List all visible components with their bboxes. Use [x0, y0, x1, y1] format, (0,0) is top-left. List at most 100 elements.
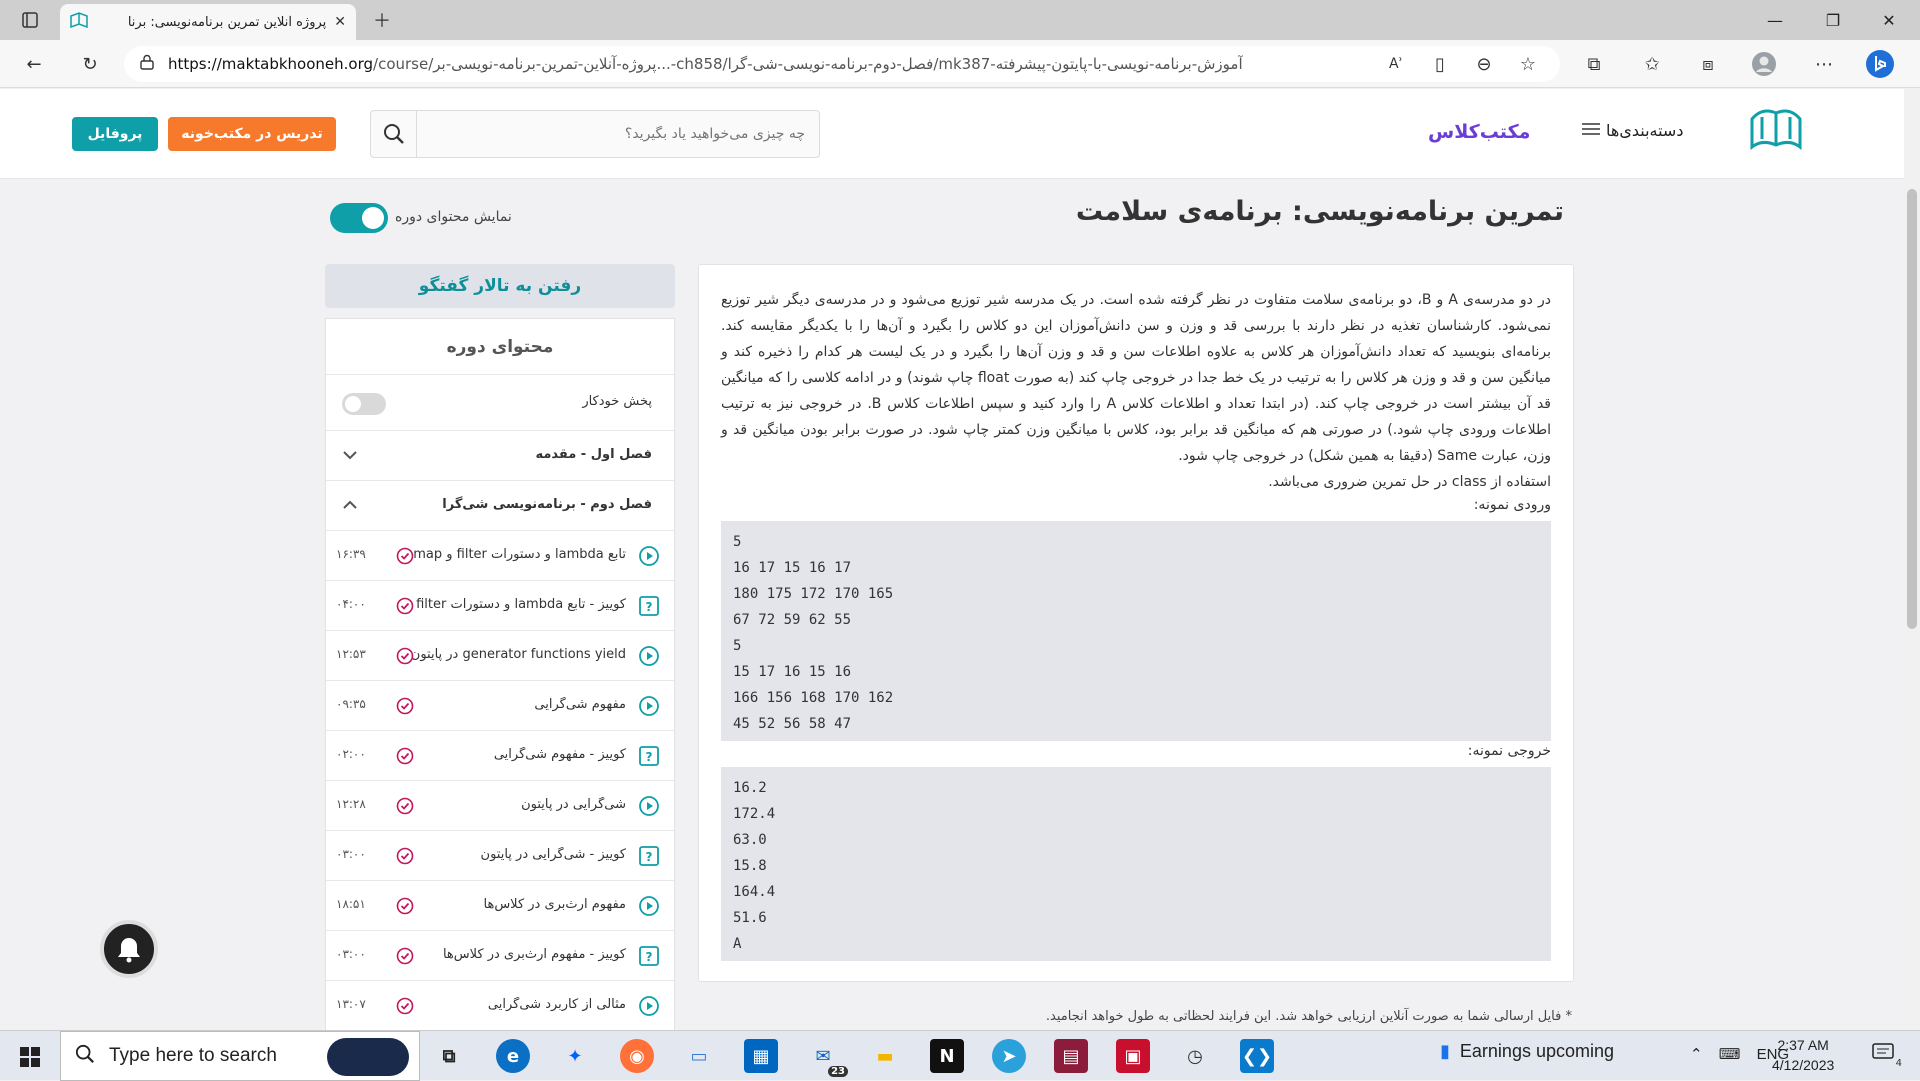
notification-bell-icon[interactable] [100, 920, 158, 978]
taskbar-search-placeholder: Type here to search [109, 1045, 277, 1066]
bing-icon[interactable] [1864, 48, 1896, 80]
chevron-up-icon [340, 495, 360, 515]
play-icon [638, 645, 660, 667]
taskbar-search-box[interactable]: Type here to search [60, 1031, 420, 1081]
lesson-item[interactable]: تابع lambda و دستورات filter و map ۱۶:۳۹ [326, 531, 674, 581]
zoom-icon[interactable]: ⊖ [1468, 48, 1500, 80]
refresh-icon[interactable]: ↻ [74, 48, 106, 80]
vscode-icon[interactable]: ❮❯ [1240, 1039, 1274, 1073]
clock-app-icon[interactable]: ◷ [1178, 1039, 1212, 1073]
code-line: 5 [733, 638, 742, 654]
collections-icon[interactable]: ⧈ [1692, 48, 1724, 80]
quiz-icon: ? [638, 595, 660, 617]
chevron-up-icon[interactable]: ⌃ [1690, 1046, 1703, 1063]
lesson-duration: ۰۳:۰۰ [336, 847, 366, 861]
lesson-item[interactable]: مفهوم شی‌گرایی ۰۹:۳۵ [326, 681, 674, 731]
windows-start-icon[interactable] [10, 1037, 50, 1077]
notification-count: 4 [1895, 1058, 1902, 1069]
completed-check-icon [396, 897, 414, 915]
active-tab[interactable]: پروژه آنلاین تمرین برنامه‌نویسی: برنا ✕ [60, 4, 356, 40]
immersive-reader-icon[interactable]: ▯ [1424, 48, 1456, 80]
teach-button[interactable]: تدریس در مکتب‌خونه [168, 117, 336, 151]
new-tab-icon[interactable]: ＋ [366, 4, 398, 36]
sample-input-label: ورودی نمونه: [1473, 497, 1551, 513]
close-window-icon[interactable]: ✕ [1866, 0, 1912, 40]
chapter-1-row[interactable]: فصل اول - مقدمه [326, 431, 674, 481]
windows-taskbar: Type here to search ⧉ e ✦ ◉ ▭ ▦ ✉ 23 ▬ N … [0, 1030, 1920, 1081]
profile-avatar-icon[interactable] [1748, 48, 1780, 80]
autoplay-toggle[interactable] [342, 393, 386, 415]
lesson-item[interactable]: مفهوم ارث‌بری در کلاس‌ها ۱۸:۵۱ [326, 881, 674, 931]
dropbox-icon[interactable]: ✦ [558, 1039, 592, 1073]
favorites-icon[interactable]: ✩ [1636, 48, 1668, 80]
task-view-icon[interactable]: ⧉ [432, 1039, 466, 1073]
taskbar-clock[interactable]: 2:37 AM 4/12/2023 [1772, 1035, 1834, 1075]
file-explorer-icon[interactable]: ▬ [868, 1039, 902, 1073]
autoplay-row: پخش خودکار [326, 375, 674, 431]
lesson-item[interactable]: ? کوییز - تابع lambda و دستورات filter ۰۴:… [326, 581, 674, 631]
submission-footnote: * فایل ارسالی شما به صورت آنلاین ارزیابی… [1045, 1009, 1572, 1024]
show-content-label: نمایش محتوای دوره [395, 209, 512, 225]
restore-icon[interactable]: ❐ [1810, 0, 1856, 40]
sample-output-label: خروجی نمونه: [1467, 743, 1551, 759]
mail-icon[interactable]: ✉ 23 [806, 1039, 848, 1077]
maktab-class-link[interactable]: مکتب‌کلاس [1428, 121, 1530, 143]
tab-actions-icon[interactable] [14, 4, 46, 36]
add-favorite-icon[interactable]: ☆ [1512, 48, 1544, 80]
show-content-toggle[interactable] [330, 203, 388, 233]
winrar-icon[interactable]: ▤ [1054, 1039, 1088, 1073]
chapter-2-row[interactable]: فصل دوم - برنامه‌نویسی شی‌گرا [326, 481, 674, 531]
more-menu-icon[interactable]: ⋯ [1808, 48, 1840, 80]
store-icon[interactable]: ▦ [744, 1039, 778, 1073]
keyboard-icon[interactable]: ⌨ [1719, 1046, 1741, 1063]
edge-icon[interactable]: e [496, 1039, 530, 1073]
lesson-item[interactable]: generator functions yield در پایتون ۱۲:۵۳ [326, 631, 674, 681]
pdf-reader-icon[interactable]: ▣ [1116, 1039, 1150, 1073]
mail-badge: 23 [828, 1066, 848, 1077]
code-line: 63.0 [733, 832, 767, 848]
minimize-icon[interactable]: — [1752, 0, 1798, 40]
site-header: پروفایل تدریس در مکتب‌خونه مکتب‌کلاس دست… [0, 89, 1904, 179]
maktabkhooneh-logo[interactable] [1748, 103, 1804, 153]
lesson-item[interactable]: ? کوییز - مفهوم شی‌گرایی ۰۲:۰۰ [326, 731, 674, 781]
search-input[interactable] [419, 111, 817, 157]
svg-text:?: ? [646, 750, 653, 764]
extensions-icon[interactable]: ⧉ [1578, 48, 1610, 80]
lesson-item[interactable]: شی‌گرایی در پایتون ۱۲:۲۸ [326, 781, 674, 831]
forum-button[interactable]: رفتن به تالار گفتگو [325, 264, 675, 308]
search-icon[interactable] [371, 111, 417, 157]
lesson-title: تابع lambda و دستورات filter و map [413, 547, 626, 562]
lesson-title: مفهوم شی‌گرایی [534, 697, 626, 712]
read-aloud-icon[interactable]: Aʾ [1380, 48, 1412, 80]
course-content-sidebar: محتوای دوره پخش خودکار فصل اول - مقدمه ف… [325, 318, 675, 1038]
lesson-title: generator functions yield در پایتون [410, 647, 626, 662]
lesson-duration: ۰۳:۰۰ [336, 947, 366, 961]
description-text: در دو مدرسه‌ی A و B، دو برنامه‌ی سلامت م… [721, 292, 1551, 464]
tab-title: پروژه آنلاین تمرین برنامه‌نویسی: برنا [127, 14, 327, 30]
notion-icon[interactable]: N [930, 1039, 964, 1073]
weather-widget[interactable]: ▮ Earnings upcoming [1440, 1041, 1614, 1062]
completed-check-icon [396, 997, 414, 1015]
clock-date: 4/12/2023 [1772, 1057, 1835, 1073]
back-icon[interactable]: ← [18, 48, 50, 80]
telegram-icon[interactable]: ➤ [992, 1039, 1026, 1073]
close-tab-icon[interactable]: ✕ [334, 14, 346, 30]
firefox-icon[interactable]: ◉ [620, 1039, 654, 1073]
notification-center-icon[interactable]: 4 [1872, 1043, 1902, 1069]
autoplay-label: پخش خودکار [582, 394, 652, 409]
code-line: 15 17 16 15 16 [733, 664, 852, 680]
lesson-duration: ۰۲:۰۰ [336, 747, 366, 761]
lesson-item[interactable]: ? کوییز - شی‌گرایی در پایتون ۰۳:۰۰ [326, 831, 674, 881]
search-icon [75, 1044, 95, 1069]
page-scrollbar[interactable] [1904, 89, 1920, 1029]
lesson-item[interactable]: مثالی از کاربرد شی‌گرایی ۱۳:۰۷ [326, 981, 674, 1031]
code-line: 15.8 [733, 858, 767, 874]
lesson-item[interactable]: ? کوییز - مفهوم ارث‌بری در کلاس‌ها ۰۳:۰۰ [326, 931, 674, 981]
scrollbar-thumb[interactable] [1907, 189, 1917, 629]
computer-icon[interactable]: ▭ [682, 1039, 716, 1073]
categories-menu[interactable]: دسته‌بندی‌ها [1582, 121, 1683, 140]
address-bar[interactable]: https://maktabkhooneh.org/course/پروژه-آ… [124, 46, 1560, 82]
hamburger-icon [1582, 121, 1600, 140]
profile-button[interactable]: پروفایل [72, 117, 158, 151]
play-icon [638, 995, 660, 1017]
